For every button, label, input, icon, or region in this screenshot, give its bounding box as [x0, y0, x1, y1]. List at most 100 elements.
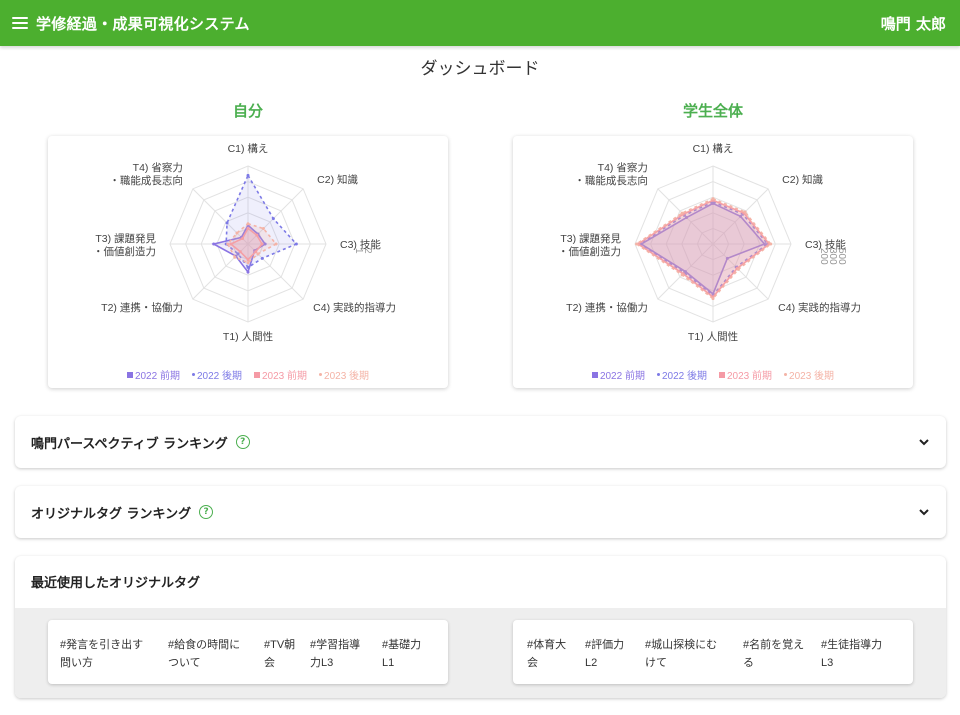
- radar-series-4[interactable]: [635, 197, 772, 300]
- all-students-radar-svg: 200300500C1) 構えC2) 知識C3) 技能C4) 実践的指導力T1)…: [558, 142, 861, 343]
- self-chart-legend: 2022 前期 2022 後期 2023 前期 2023 後期: [48, 367, 448, 382]
- tag-ranking-header: オリジナルタグ ランキング ?: [31, 503, 214, 522]
- self-radar-svg: 12C1) 構えC2) 知識C3) 技能C4) 実践的指導力T1) 人間性T2)…: [93, 142, 396, 343]
- radar-axis-label: T3) 課題発見・価値創造力: [93, 232, 156, 258]
- tag-item[interactable]: #名前を覚える: [743, 636, 804, 672]
- all-students-chart-legend: 2022 前期 2022 後期 2023 前期 2023 後期: [513, 367, 913, 382]
- radar-axis-label: C2) 知識: [317, 173, 358, 186]
- perspective-ranking-title: 鳴門パースペクティブ ランキング: [31, 436, 228, 452]
- radar-axis-label: T2) 連携・協働力: [101, 301, 183, 314]
- radar-point[interactable]: [769, 242, 773, 246]
- chevron-down-icon[interactable]: [918, 506, 930, 518]
- recent-tags-card-right: #体育大会 #評価力 L2 #城山探検にむ けて #名前を覚える #生徒指導力 L3: [513, 620, 913, 684]
- radar-point[interactable]: [635, 242, 639, 246]
- radar-axis-label: T4) 省察力・職能成長志向: [574, 161, 648, 187]
- radar-axis-label: T4) 省察力・職能成長志向: [109, 161, 183, 187]
- radar-point[interactable]: [294, 242, 298, 246]
- legend-label: 2022 前期: [599, 371, 645, 382]
- radar-point[interactable]: [261, 227, 265, 231]
- radar-axis-label: C4) 実践的指導力: [313, 301, 396, 314]
- radar-point[interactable]: [246, 270, 250, 274]
- legend-item[interactable]: 2023 前期: [254, 367, 307, 382]
- legend-item[interactable]: 2022 後期: [191, 367, 242, 382]
- help-icon[interactable]: ?: [235, 435, 250, 449]
- help-icon[interactable]: ?: [199, 505, 214, 519]
- legend-label: 2023 後期: [789, 371, 835, 382]
- tag-item[interactable]: #TV朝会: [264, 636, 295, 672]
- radar-point[interactable]: [226, 242, 230, 246]
- radar-point[interactable]: [246, 265, 250, 269]
- radar-point[interactable]: [680, 211, 684, 215]
- radar-point[interactable]: [246, 173, 250, 177]
- legend-item[interactable]: 2023 前期: [719, 367, 772, 382]
- tag-ranking-panel[interactable]: オリジナルタグ ランキング ?: [15, 486, 946, 538]
- radar-axis-label: T1) 人間性: [223, 330, 273, 343]
- radar-axis-label: C1) 構え: [693, 142, 734, 155]
- radar-point[interactable]: [225, 221, 229, 225]
- legend-swatch: [191, 373, 195, 376]
- radar-point[interactable]: [235, 231, 239, 235]
- user-name[interactable]: 鳴門 太郎: [881, 13, 946, 34]
- legend-swatch: [126, 371, 133, 378]
- legend-item[interactable]: 2023 後期: [784, 367, 834, 382]
- legend-swatch: [319, 373, 323, 376]
- legend-swatch: [656, 373, 660, 376]
- tag-item[interactable]: #発言を引き出す 問い方: [60, 636, 143, 672]
- radar-point[interactable]: [256, 252, 260, 256]
- tag-item[interactable]: #評価力 L2: [585, 636, 624, 672]
- tag-item[interactable]: #体育大会: [527, 636, 566, 672]
- legend-swatch: [254, 371, 260, 378]
- recent-tags-panel: 最近使用したオリジナルタグ #発言を引き出す 問い方 #給食の時間に ついて #TV…: [15, 556, 946, 698]
- legend-label: 2023 前期: [262, 371, 308, 382]
- radar-axis-label: C2) 知識: [782, 173, 823, 186]
- legend-label: 2023 前期: [727, 371, 773, 382]
- self-radar-chart: 1 2 C1) 構え C2) 知識 C3) 技能 C4) 実践的指導力 T1) 人間性 T2)…: [48, 136, 448, 388]
- legend-label: 2022 後期: [661, 371, 707, 382]
- legend-swatch: [719, 371, 725, 378]
- radar-axis-label: T2) 連携・協働力: [566, 301, 648, 314]
- radar-point[interactable]: [736, 267, 740, 271]
- legend-swatch: [591, 371, 598, 378]
- perspective-ranking-header: 鳴門パースペクティブ ランキング ?: [31, 433, 250, 452]
- legend-item[interactable]: 2022 後期: [656, 367, 707, 382]
- radar-axis-label: C1) 構え: [228, 142, 269, 155]
- radar-point[interactable]: [743, 210, 747, 214]
- radar-point[interactable]: [271, 217, 275, 221]
- app-bar: 学修経過・成果可視化システム 鳴門 太郎: [0, 0, 960, 46]
- all-students-chart-heading: 学生全体: [682, 102, 743, 120]
- legend-label: 2022 前期: [134, 371, 180, 382]
- chevron-down-icon[interactable]: [918, 436, 930, 448]
- radar-point[interactable]: [711, 297, 715, 301]
- radar-axis-label: C3) 技能: [340, 238, 381, 251]
- radar-axis-label: C4) 実践的指導力: [778, 301, 861, 314]
- self-chart-heading: 自分: [232, 102, 263, 120]
- radar-point[interactable]: [711, 197, 715, 201]
- radar-point[interactable]: [233, 255, 237, 259]
- radar-point[interactable]: [274, 242, 278, 246]
- radar-point[interactable]: [260, 256, 264, 260]
- menu-icon[interactable]: [12, 15, 28, 31]
- recent-tags-body: #発言を引き出す 問い方 #給食の時間に ついて #TV朝会 #学習指導 力L3 #基…: [15, 608, 946, 698]
- radar-point[interactable]: [212, 242, 216, 246]
- perspective-ranking-panel[interactable]: 鳴門パースペクティブ ランキング ?: [15, 416, 946, 468]
- tag-item[interactable]: #基礎力 L1: [382, 636, 421, 672]
- recent-tags-card-left: #発言を引き出す 問い方 #給食の時間に ついて #TV朝会 #学習指導 力L3 #基…: [48, 620, 448, 684]
- legend-item[interactable]: 2022 前期: [591, 367, 645, 382]
- radar-point[interactable]: [246, 261, 250, 265]
- radar-point[interactable]: [246, 222, 250, 226]
- radar-point[interactable]: [680, 273, 684, 277]
- radar-axis-label: C3) 技能: [805, 238, 846, 251]
- recent-tags-title: 最近使用したオリジナルタグ: [31, 575, 201, 591]
- tag-item[interactable]: #城山探検にむ けて: [645, 636, 717, 672]
- legend-item[interactable]: 2022 前期: [126, 367, 180, 382]
- radar-axis-label: T3) 課題発見・価値創造力: [558, 232, 621, 258]
- legend-item[interactable]: 2023 後期: [319, 367, 369, 382]
- tag-item[interactable]: #給食の時間に ついて: [168, 636, 240, 672]
- app-title: 学修経過・成果可視化システム: [36, 14, 250, 33]
- all-students-radar-chart: 200 300 500 C1) 構え C2) 知識 C3) 技能 C4) 実践的指導力 T1)…: [513, 136, 913, 388]
- app-bar-left: 学修経過・成果可視化システム: [12, 13, 250, 34]
- legend-label: 2022 後期: [196, 371, 242, 382]
- radar-axis-label: T1) 人間性: [688, 330, 738, 343]
- tag-item[interactable]: #学習指導 力L3: [310, 636, 360, 672]
- tag-item[interactable]: #生徒指導力 L3: [821, 636, 882, 672]
